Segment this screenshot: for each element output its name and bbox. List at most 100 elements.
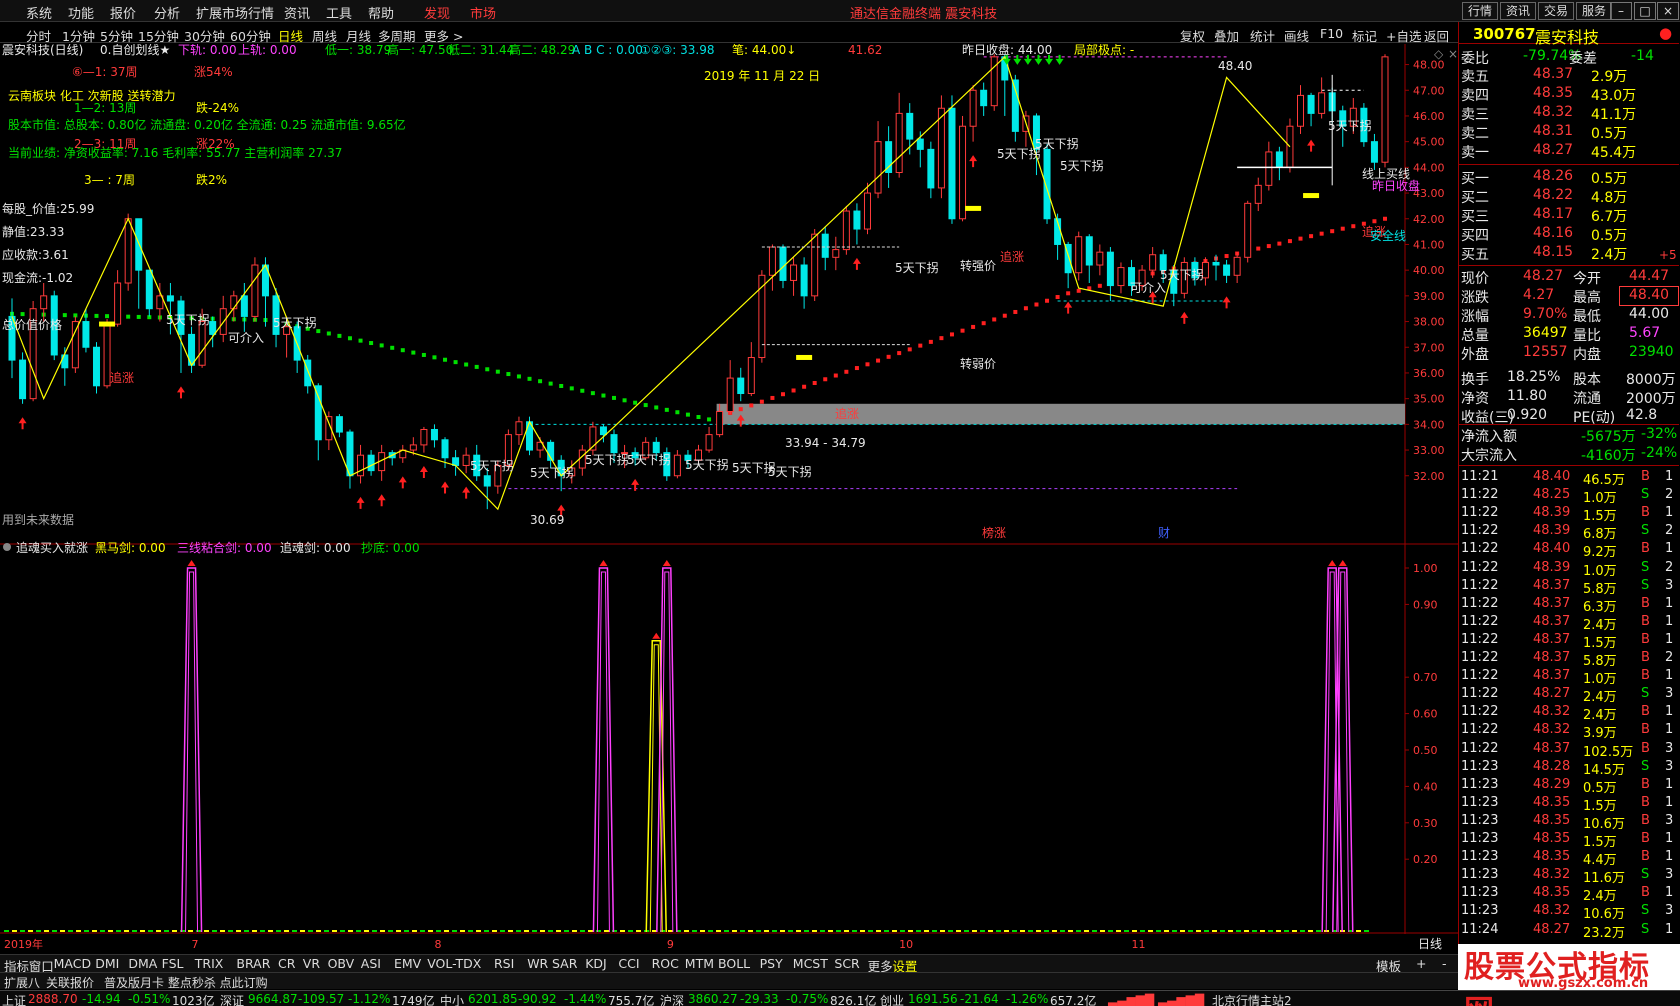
candle-body[interactable] — [1011, 79, 1019, 132]
promo-link[interactable]: 普及版月卡 整点秒杀 点此订购 — [104, 974, 268, 991]
period-tab-2[interactable]: 5分钟 — [100, 26, 133, 45]
period-tab-9[interactable]: 多周期 — [378, 26, 416, 45]
index-sh-label[interactable]: 上证 — [2, 992, 26, 1006]
stat-row-3[interactable]: 总量 36497 量比 5.67 — [1461, 325, 1679, 344]
candle-body[interactable] — [863, 192, 871, 230]
candle-body[interactable] — [40, 295, 48, 310]
candle-body[interactable] — [811, 233, 819, 297]
pane-setting-icon[interactable]: ◇ — [1434, 47, 1444, 61]
candle-body[interactable] — [1275, 151, 1283, 168]
stat-row-5[interactable]: 换手 18.25% 股本 8000万 — [1461, 369, 1679, 388]
menu-extended-market[interactable]: 扩展市场行情 — [196, 3, 274, 22]
candle-body[interactable] — [409, 444, 417, 451]
candle-body[interactable] — [1117, 267, 1125, 287]
candle-body[interactable] — [1254, 184, 1262, 204]
candle-body[interactable] — [821, 233, 829, 258]
bid-row-0[interactable]: 买一 48.26 0.5万 — [1461, 168, 1679, 187]
stock-name[interactable]: 震安科技 — [1535, 24, 1599, 48]
candle-body[interactable] — [314, 385, 322, 441]
tick-row-6[interactable]: 11:22 48.37 5.8万 S 3 — [1461, 578, 1679, 597]
tick-row-20[interactable]: 11:23 48.35 1.5万 B 1 — [1461, 831, 1679, 850]
indicator-tab-22[interactable]: PSY — [760, 956, 783, 971]
candle-body[interactable] — [937, 107, 945, 189]
candle-body[interactable] — [1223, 264, 1231, 276]
candle-body[interactable] — [673, 454, 681, 477]
candle-body[interactable] — [82, 321, 90, 348]
close-icon[interactable]: × — [1657, 2, 1679, 20]
candle-body[interactable] — [367, 454, 375, 472]
chart-tool-4[interactable]: F10 — [1320, 26, 1343, 41]
tick-row-16[interactable]: 11:23 48.28 14.5万 S 3 — [1461, 759, 1679, 778]
top-btn-trade[interactable]: 交易 — [1538, 2, 1575, 20]
menu-quote[interactable]: 报价 — [110, 3, 136, 22]
candle-body[interactable] — [145, 269, 153, 310]
candle-body[interactable] — [1075, 236, 1083, 274]
candle-body[interactable] — [885, 141, 893, 173]
kline-chart[interactable]: 48.0047.0046.0045.0044.0043.0042.0041.00… — [0, 44, 1458, 954]
candle-body[interactable] — [251, 264, 259, 317]
indicator-tab-21[interactable]: BOLL — [718, 956, 750, 971]
tick-row-19[interactable]: 11:23 48.35 10.6万 B 3 — [1461, 813, 1679, 832]
stat-row-6[interactable]: 净资 11.80 流通 2000万 — [1461, 388, 1679, 407]
chart-tool-3[interactable]: 画线 — [1284, 26, 1309, 45]
candle-body[interactable] — [441, 439, 449, 459]
candle-body[interactable] — [768, 246, 776, 276]
tick-row-11[interactable]: 11:22 48.37 1.0万 B 1 — [1461, 668, 1679, 687]
tick-row-17[interactable]: 11:23 48.29 0.5万 B 1 — [1461, 777, 1679, 796]
menu-function[interactable]: 功能 — [68, 3, 94, 22]
candle-body[interactable] — [240, 295, 248, 317]
candle-body[interactable] — [198, 321, 206, 366]
menu-market[interactable]: 市场 — [470, 3, 496, 22]
candle-body[interactable] — [1085, 236, 1093, 266]
period-tab-0[interactable]: 分时 — [26, 26, 51, 45]
candle-body[interactable] — [1265, 151, 1273, 186]
candle-body[interactable] — [230, 295, 238, 310]
tick-row-7[interactable]: 11:22 48.37 6.3万 B 1 — [1461, 596, 1679, 615]
candle-body[interactable] — [874, 141, 882, 194]
menu-discover[interactable]: 发现 — [424, 3, 450, 22]
candle-body[interactable] — [114, 282, 122, 325]
candle-body[interactable] — [652, 441, 660, 454]
stat-row-4[interactable]: 外盘 12557 内盘 23940 — [1461, 344, 1679, 363]
period-tab-8[interactable]: 月线 — [346, 26, 371, 45]
tick-row-4[interactable]: 11:22 48.40 9.2万 B 1 — [1461, 541, 1679, 560]
candle-body[interactable] — [779, 246, 787, 281]
candle-body[interactable] — [1307, 94, 1315, 114]
indicator-tab-24[interactable]: SCR — [834, 956, 859, 971]
related-quote-tab[interactable]: 关联报价 — [46, 974, 94, 991]
menu-system[interactable]: 系统 — [26, 3, 52, 22]
indicator-tab-4[interactable]: DMA — [128, 956, 157, 971]
indicator-tab-16[interactable]: SAR — [552, 956, 577, 971]
index-hs-label[interactable]: 沪深 — [660, 992, 684, 1006]
candle-body[interactable] — [842, 210, 850, 251]
info-circle-icon[interactable]: ● — [1659, 24, 1672, 42]
tick-row-10[interactable]: 11:22 48.37 5.8万 B 2 — [1461, 650, 1679, 669]
candle-body[interactable] — [124, 218, 132, 284]
menu-help[interactable]: 帮助 — [368, 3, 394, 22]
candle-body[interactable] — [1297, 94, 1305, 127]
minimize-icon[interactable]: – — [1610, 2, 1632, 20]
ext-tab-eight[interactable]: 扩展八 — [4, 974, 40, 991]
candle-body[interactable] — [1370, 141, 1378, 163]
ask-row-3[interactable]: 卖二 48.31 0.5万 — [1461, 123, 1679, 142]
indicator-tab-19[interactable]: ROC — [652, 956, 679, 971]
candle-body[interactable] — [832, 249, 840, 258]
period-tab-4[interactable]: 30分钟 — [184, 26, 225, 45]
server-name[interactable]: 北京行情主站2 — [1212, 992, 1292, 1006]
tick-row-22[interactable]: 11:23 48.32 11.6万 S 3 — [1461, 867, 1679, 886]
candle-body[interactable] — [1244, 202, 1252, 258]
chart-tool-7[interactable]: 返回 — [1424, 26, 1449, 45]
chart-tool-6[interactable]: +自选 — [1386, 26, 1421, 45]
period-tab-10[interactable]: 更多 > — [424, 26, 463, 45]
indicator-tab-18[interactable]: CCI — [618, 956, 639, 971]
ask-row-1[interactable]: 卖四 48.35 43.0万 — [1461, 85, 1679, 104]
stat-row-0[interactable]: 现价 48.27 今开 44.47 — [1461, 268, 1679, 287]
indicator-tab-15[interactable]: WR — [527, 956, 548, 971]
period-tab-7[interactable]: 周线 — [312, 26, 337, 45]
flow-row-1[interactable]: 大宗流入 -4160万 -24% — [1461, 445, 1679, 464]
tick-row-24[interactable]: 11:23 48.32 10.6万 S 3 — [1461, 903, 1679, 922]
candle-body[interactable] — [1212, 261, 1220, 266]
candle-body[interactable] — [166, 295, 174, 302]
stock-code[interactable]: 300767 — [1473, 25, 1536, 43]
top-btn-news[interactable]: 资讯 — [1500, 2, 1537, 20]
